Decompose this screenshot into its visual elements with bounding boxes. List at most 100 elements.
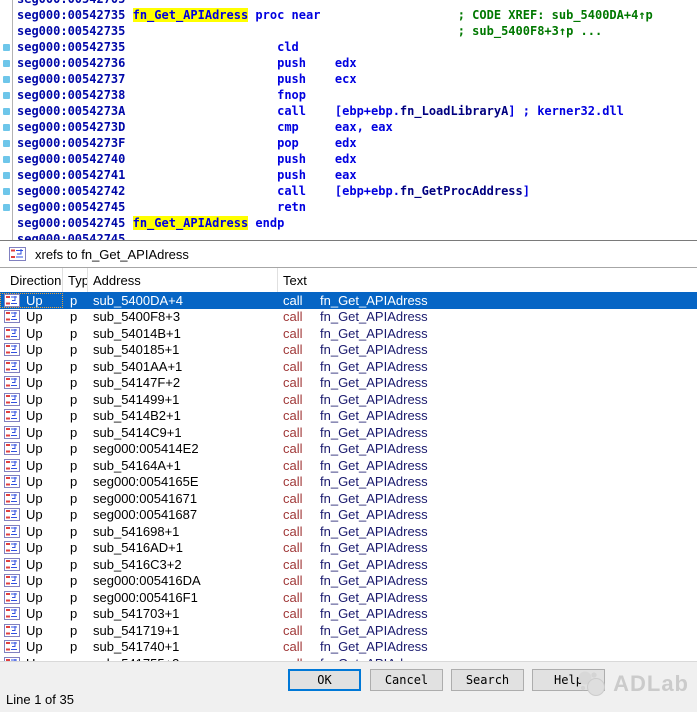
cell-type: p <box>63 623 88 638</box>
xref-table-row[interactable]: Uppsub_541703+1callfn_Get_APIAdress <box>0 606 697 623</box>
cell-text: callfn_Get_APIAdress <box>278 474 697 489</box>
disasm-line[interactable]: seg000:00542745 <box>17 231 125 240</box>
mnemonic-value: call <box>283 408 320 423</box>
disasm-text: ; sub_5400F8+3↑p ... <box>458 24 603 38</box>
direction-value: Up <box>26 408 43 423</box>
xref-table-row[interactable]: Uppsub_541698+1callfn_Get_APIAdress <box>0 523 697 540</box>
disasm-text <box>125 136 277 150</box>
disasm-line[interactable]: seg000:00542735 cld <box>17 39 299 55</box>
disasm-line[interactable]: seg000:0054273F pop edx <box>17 135 357 151</box>
xref-table-row[interactable]: Uppsub_54014B+1callfn_Get_APIAdress <box>0 325 697 342</box>
xref-table-row[interactable]: Uppseg000:00541671callfn_Get_APIAdress <box>0 490 697 507</box>
xref-table-row[interactable]: Uppseg000:005416F1callfn_Get_APIAdress <box>0 589 697 606</box>
xref-table-row[interactable]: Uppsub_5414C9+1callfn_Get_APIAdress <box>0 424 697 441</box>
cell-address: sub_5416C3+2 <box>88 557 278 572</box>
xref-table-row[interactable]: Uppsub_5400DA+4callfn_Get_APIAdress <box>0 292 697 309</box>
disasm-text <box>125 104 277 118</box>
target-value: fn_Get_APIAdress <box>320 507 428 522</box>
xref-table-row[interactable]: Uppsub_541499+1callfn_Get_APIAdress <box>0 391 697 408</box>
xref-table-row[interactable]: Uppsub_5416AD+1callfn_Get_APIAdress <box>0 540 697 557</box>
cell-direction: Up <box>0 326 63 341</box>
disasm-line[interactable]: seg000:00542745 fn_Get_APIAdress endp <box>17 215 284 231</box>
disassembly-listing[interactable]: seg000:00542705seg000:00542735 fn_Get_AP… <box>0 0 697 240</box>
disasm-line[interactable]: seg000:00542705 <box>17 0 125 7</box>
direction-value: Up <box>26 359 43 374</box>
disasm-line[interactable]: seg000:00542735 fn_Get_APIAdress proc ne… <box>17 7 653 23</box>
xref-table-row[interactable]: Uppsub_5416C3+2callfn_Get_APIAdress <box>0 556 697 573</box>
target-value: fn_Get_APIAdress <box>320 573 428 588</box>
disasm-text <box>125 40 277 54</box>
disasm-text: seg000:0054273F <box>17 136 125 150</box>
disasm-line[interactable]: seg000:00542736 push edx <box>17 55 357 71</box>
cell-type: p <box>63 557 88 572</box>
xref-table-row[interactable]: Uppsub_54147F+2callfn_Get_APIAdress <box>0 375 697 392</box>
disasm-line[interactable]: seg000:0054273A call [ebp+ebp.fn_LoadLib… <box>17 103 624 119</box>
mnemonic-value: call <box>283 573 320 588</box>
target-value: fn_Get_APIAdress <box>320 524 428 539</box>
direction-value: Up <box>26 524 43 539</box>
xref-table-row[interactable]: Uppsub_5414B2+1callfn_Get_APIAdress <box>0 408 697 425</box>
disasm-text <box>125 200 277 214</box>
instruction-dot-icon <box>3 124 10 131</box>
cell-text: callfn_Get_APIAdress <box>278 441 697 456</box>
cell-address: sub_5400DA+4 <box>88 293 278 308</box>
xref-table-row[interactable]: Uppsub_540185+1callfn_Get_APIAdress <box>0 342 697 359</box>
target-value: fn_Get_APIAdress <box>320 359 428 374</box>
cell-address: sub_541499+1 <box>88 392 278 407</box>
xref-item-icon <box>4 574 20 587</box>
cell-type: p <box>63 326 88 341</box>
cell-direction: Up <box>0 491 63 506</box>
xref-item-icon <box>4 310 20 323</box>
cell-type: p <box>63 606 88 621</box>
xref-table-row[interactable]: Uppsub_54164A+1callfn_Get_APIAdress <box>0 457 697 474</box>
column-header-address[interactable]: Address <box>88 268 278 292</box>
cell-address: seg000:005416F1 <box>88 590 278 605</box>
xref-item-icon <box>4 640 20 653</box>
disasm-line[interactable]: seg000:0054273D cmp eax, eax <box>17 119 393 135</box>
xref-item-icon <box>4 624 20 637</box>
disasm-text <box>320 8 457 22</box>
instruction-dot-icon <box>3 172 10 179</box>
direction-value: Up <box>26 606 43 621</box>
disasm-line[interactable]: seg000:00542735 ; sub_5400F8+3↑p ... <box>17 23 602 39</box>
cell-text: callfn_Get_APIAdress <box>278 425 697 440</box>
column-header-direction[interactable]: Direction <box>0 268 63 292</box>
xref-table-row[interactable]: Uppseg000:005416DAcallfn_Get_APIAdress <box>0 573 697 590</box>
xref-table-row[interactable]: Uppsub_5400F8+3callfn_Get_APIAdress <box>0 309 697 326</box>
cell-type: p <box>63 425 88 440</box>
xref-table-row[interactable]: Uppseg000:0054165Ecallfn_Get_APIAdress <box>0 474 697 491</box>
disasm-line[interactable]: seg000:00542742 call [ebp+ebp.fn_GetProc… <box>17 183 530 199</box>
xref-item-icon <box>4 558 20 571</box>
ok-button[interactable]: OK <box>288 669 361 691</box>
xref-table-row[interactable]: Uppseg000:005414E2callfn_Get_APIAdress <box>0 441 697 458</box>
cell-text: callfn_Get_APIAdress <box>278 375 697 390</box>
disasm-line[interactable]: seg000:00542737 push ecx <box>17 71 357 87</box>
xref-table-row[interactable]: Uppsub_541740+1callfn_Get_APIAdress <box>0 639 697 656</box>
mnemonic-value: call <box>283 375 320 390</box>
disasm-text <box>125 168 277 182</box>
disasm-line[interactable]: seg000:00542745 retn <box>17 199 306 215</box>
direction-value: Up <box>26 507 43 522</box>
cell-address: sub_54164A+1 <box>88 458 278 473</box>
disasm-text <box>125 88 277 102</box>
cancel-button[interactable]: Cancel <box>370 669 443 691</box>
disasm-line[interactable]: seg000:00542738 fnop <box>17 87 306 103</box>
column-header-text[interactable]: Text <box>278 268 697 292</box>
target-value: fn_Get_APIAdress <box>320 639 428 654</box>
xref-table-row[interactable]: Uppsub_5401AA+1callfn_Get_APIAdress <box>0 358 697 375</box>
cell-text: callfn_Get_APIAdress <box>278 458 697 473</box>
xref-table-row[interactable]: Uppseg000:00541687callfn_Get_APIAdress <box>0 507 697 524</box>
disasm-line[interactable]: seg000:00542740 push edx <box>17 151 357 167</box>
xref-table-row[interactable]: Uppsub_541719+1callfn_Get_APIAdress <box>0 622 697 639</box>
search-button[interactable]: Search <box>451 669 524 691</box>
cell-type: p <box>63 408 88 423</box>
direction-value: Up <box>26 375 43 390</box>
cell-type: p <box>63 524 88 539</box>
target-value: fn_Get_APIAdress <box>320 425 428 440</box>
xrefs-dialog: xrefs to fn_Get_APIAdress Direction Typ … <box>0 240 697 712</box>
help-button[interactable]: Help <box>532 669 605 691</box>
dialog-titlebar: xrefs to fn_Get_APIAdress <box>0 241 697 268</box>
column-header-type[interactable]: Typ <box>63 268 88 292</box>
disasm-line[interactable]: seg000:00542741 push eax <box>17 167 357 183</box>
instruction-dot-icon <box>3 204 10 211</box>
